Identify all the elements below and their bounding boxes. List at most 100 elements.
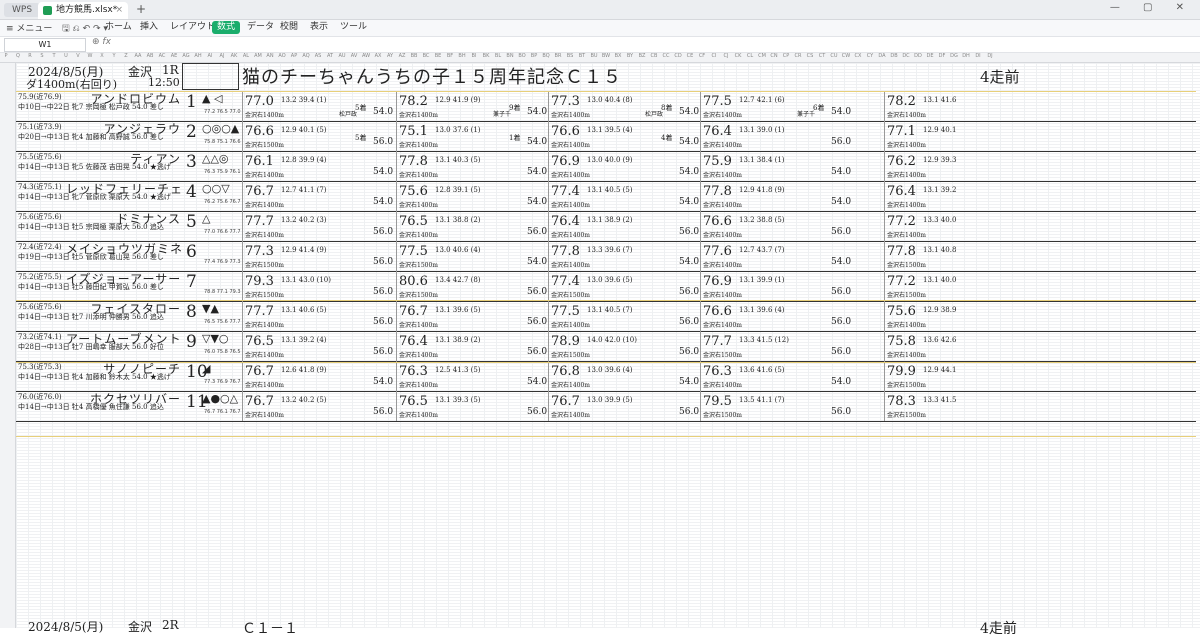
column-header[interactable]: Y (108, 53, 120, 59)
column-header[interactable]: DH (960, 53, 972, 59)
tab-review[interactable]: 校閲 (275, 21, 303, 34)
column-header[interactable]: CE (684, 53, 696, 59)
column-header[interactable]: CI (708, 53, 720, 59)
column-header[interactable]: T (48, 53, 60, 59)
tab-data[interactable]: データ (242, 21, 279, 34)
column-header[interactable]: AX (372, 53, 384, 59)
column-header[interactable]: BL (492, 53, 504, 59)
tab-insert[interactable]: 挿入 (135, 21, 163, 34)
column-header[interactable]: CX (852, 53, 864, 59)
column-header[interactable]: AO (276, 53, 288, 59)
column-header[interactable]: CR (792, 53, 804, 59)
column-header[interactable]: BH (456, 53, 468, 59)
column-header[interactable]: AT (324, 53, 336, 59)
tab-formulas[interactable]: 数式 (212, 21, 241, 34)
zoom-icon[interactable]: ⊕ (92, 37, 100, 47)
column-header[interactable]: CB (648, 53, 660, 59)
column-header[interactable]: AI (204, 53, 216, 59)
column-header[interactable]: Q (12, 53, 24, 59)
column-header[interactable]: S (36, 53, 48, 59)
column-header[interactable]: BR (552, 53, 564, 59)
tab-home[interactable]: ホーム (100, 21, 137, 34)
column-header[interactable]: AS (312, 53, 324, 59)
column-header[interactable]: AV (348, 53, 360, 59)
column-header[interactable]: CW (840, 53, 852, 59)
column-header[interactable]: AL (240, 53, 252, 59)
column-header[interactable]: BO (516, 53, 528, 59)
column-header[interactable]: AZ (396, 53, 408, 59)
column-header[interactable]: BS (564, 53, 576, 59)
column-header[interactable]: BT (576, 53, 588, 59)
column-header[interactable]: W (84, 53, 96, 59)
column-header[interactable]: BN (504, 53, 516, 59)
horse-row[interactable]: 75.1(近73.9) アンジェラウ 中20日→中13日 牝4 加藤和 高野誠 56… (16, 121, 1196, 152)
column-header[interactable]: BK (480, 53, 492, 59)
column-header[interactable]: AA (132, 53, 144, 59)
column-header[interactable]: BB (408, 53, 420, 59)
column-header[interactable]: AM (252, 53, 264, 59)
column-header[interactable]: Z (120, 53, 132, 59)
horse-row[interactable]: 75.2(近75.5) イズジョーアーサー 中14日→中13日 牡5 藤田紀 甲賀弘… (16, 271, 1196, 302)
column-header[interactable]: CL (744, 53, 756, 59)
app-home-tab[interactable]: WPS (4, 3, 41, 17)
column-header[interactable]: CS (804, 53, 816, 59)
column-header[interactable]: DE (924, 53, 936, 59)
column-header[interactable]: DJ (984, 53, 996, 59)
horse-row[interactable]: 72.4(近72.4) メイショウツガミネ 中19日→中13日 牡5 菅原欣 葛山晃… (16, 241, 1196, 272)
column-header[interactable]: CC (660, 53, 672, 59)
column-header[interactable]: DI (972, 53, 984, 59)
column-header[interactable]: AW (360, 53, 372, 59)
column-header[interactable]: V (72, 53, 84, 59)
column-header[interactable]: BQ (540, 53, 552, 59)
horse-row[interactable]: 75.5(近75.6) ティアン 中14日→中13日 牝5 佐藤茂 吉田晃 54.0… (16, 151, 1196, 182)
column-header[interactable]: DC (900, 53, 912, 59)
column-header[interactable]: AH (192, 53, 204, 59)
horse-row[interactable]: 75.3(近75.3) サノノピーチ 中14日→中13日 牝4 加藤和 鈴木太 54… (16, 361, 1196, 392)
column-header[interactable]: BY (624, 53, 636, 59)
column-header[interactable]: CK (732, 53, 744, 59)
column-header[interactable]: BE (432, 53, 444, 59)
column-header[interactable]: AG (180, 53, 192, 59)
column-header[interactable]: CJ (720, 53, 732, 59)
column-header[interactable]: DG (948, 53, 960, 59)
column-header[interactable]: AQ (300, 53, 312, 59)
column-header[interactable]: AJ (216, 53, 228, 59)
column-header[interactable]: AP (288, 53, 300, 59)
column-header[interactable]: AE (168, 53, 180, 59)
column-header[interactable]: AU (336, 53, 348, 59)
column-header[interactable]: BX (612, 53, 624, 59)
column-header[interactable]: P (0, 53, 12, 59)
new-tab-button[interactable]: + (136, 2, 146, 16)
tab-tools[interactable]: ツール (335, 21, 372, 34)
column-header[interactable]: CF (696, 53, 708, 59)
horse-row[interactable]: 75.9(近76.9) アンドロビウム 中10日→中22日 牝7 宗岡極 松戸政 5… (16, 91, 1196, 122)
column-header[interactable]: AY (384, 53, 396, 59)
document-tab[interactable]: 地方競馬.xlsx* × (38, 2, 128, 19)
column-header[interactable]: X (96, 53, 108, 59)
column-header[interactable]: BU (588, 53, 600, 59)
column-header[interactable]: BZ (636, 53, 648, 59)
column-header[interactable]: DD (912, 53, 924, 59)
column-headers[interactable]: P Q R S T U V W X Y Z AA AB AC AE AG AH AI AJ AK AL AM AN AO AP A… (0, 53, 1200, 63)
column-header[interactable]: CY (864, 53, 876, 59)
row-headers[interactable] (0, 63, 16, 628)
column-header[interactable]: DF (936, 53, 948, 59)
close-tab-icon[interactable]: × (115, 2, 123, 19)
name-box[interactable]: W1 (4, 38, 86, 52)
horse-row[interactable]: 76.0(近76.0) ホクセツリバー 中14日→中13日 牡4 高橋優 魚住謙 5… (16, 391, 1196, 422)
column-header[interactable]: DA (876, 53, 888, 59)
column-header[interactable]: CD (672, 53, 684, 59)
column-header[interactable]: CP (780, 53, 792, 59)
column-header[interactable]: BI (468, 53, 480, 59)
column-header[interactable]: CU (828, 53, 840, 59)
horse-row[interactable]: 73.2(近74.1) アートムーブメント 中28日→中13日 牡7 田嶋幸 服部大… (16, 331, 1196, 362)
column-header[interactable]: BC (420, 53, 432, 59)
column-header[interactable]: R (24, 53, 36, 59)
column-header[interactable]: AB (144, 53, 156, 59)
horse-row[interactable]: 74.3(近75.1) レッドフェリーチェ 中14日→中13日 牝7 菅原欣 栗原大… (16, 181, 1196, 212)
column-header[interactable]: AN (264, 53, 276, 59)
column-header[interactable]: BP (528, 53, 540, 59)
column-header[interactable]: CM (756, 53, 768, 59)
tab-view[interactable]: 表示 (305, 21, 333, 34)
main-menu-button[interactable]: ≡ メニュー (6, 21, 52, 34)
